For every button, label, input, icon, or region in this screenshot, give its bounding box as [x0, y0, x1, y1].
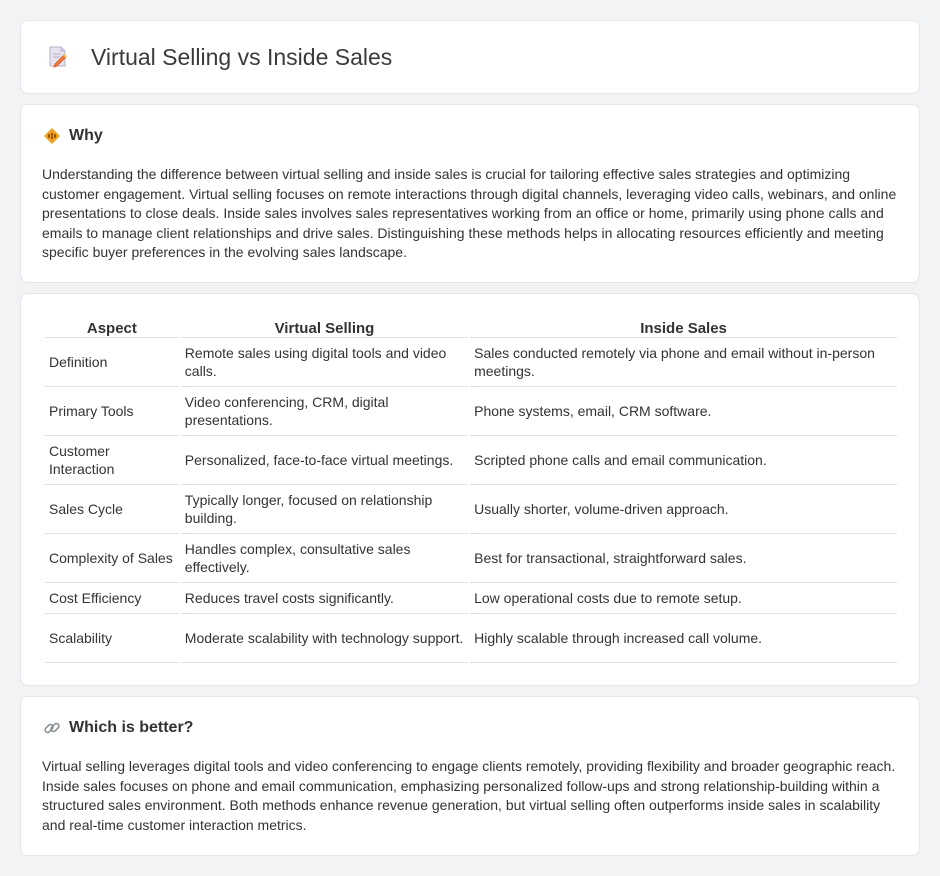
header-inside-sales: Inside Sales	[470, 314, 897, 338]
virtual-selling-cell: Handles complex, consultative sales effe…	[180, 534, 469, 583]
aspect-cell: Customer Interaction	[45, 436, 179, 485]
table-row: Customer Interaction Personalized, face-…	[45, 436, 897, 485]
aspect-cell: Primary Tools	[45, 387, 179, 436]
inside-sales-cell: Highly scalable through increased call v…	[470, 614, 897, 663]
table-row: Complexity of Sales Handles complex, con…	[45, 534, 897, 583]
better-header: Which is better?	[43, 719, 193, 737]
table-row: Scalability Moderate scalability with te…	[45, 614, 897, 663]
virtual-selling-cell: Personalized, face-to-face virtual meeti…	[180, 436, 469, 485]
why-section: Why Understanding the difference between…	[20, 104, 920, 283]
inside-sales-cell: Usually shorter, volume-driven approach.	[470, 485, 897, 534]
comparison-table-card: Aspect Virtual Selling Inside Sales Defi…	[20, 293, 920, 686]
table-row: Definition Remote sales using digital to…	[45, 338, 897, 387]
diamond-warning-icon	[43, 127, 61, 145]
link-icon	[43, 719, 61, 737]
table-row: Sales Cycle Typically longer, focused on…	[45, 485, 897, 534]
aspect-cell: Cost Efficiency	[45, 583, 179, 614]
virtual-selling-cell: Reduces travel costs significantly.	[180, 583, 469, 614]
which-is-better-section: Which is better? Virtual selling leverag…	[20, 696, 920, 856]
aspect-cell: Sales Cycle	[45, 485, 179, 534]
better-title: Which is better?	[69, 719, 194, 736]
inside-sales-cell: Scripted phone calls and email communica…	[470, 436, 897, 485]
virtual-selling-cell: Video conferencing, CRM, digital present…	[180, 387, 469, 436]
comparison-table: Aspect Virtual Selling Inside Sales Defi…	[43, 314, 899, 663]
inside-sales-cell: Low operational costs due to remote setu…	[470, 583, 897, 614]
aspect-cell: Definition	[45, 338, 179, 387]
virtual-selling-cell: Typically longer, focused on relationshi…	[180, 485, 469, 534]
inside-sales-cell: Sales conducted remotely via phone and e…	[470, 338, 897, 387]
page-title: Virtual Selling vs Inside Sales	[91, 43, 393, 70]
virtual-selling-cell: Remote sales using digital tools and vid…	[180, 338, 469, 387]
why-title: Why	[69, 127, 103, 144]
table-row: Primary Tools Video conferencing, CRM, d…	[45, 387, 897, 436]
why-body: Understanding the difference between vir…	[42, 166, 897, 261]
inside-sales-cell: Best for transactional, straightforward …	[470, 534, 897, 583]
aspect-cell: Scalability	[45, 614, 179, 663]
title-card: Virtual Selling vs Inside Sales	[20, 20, 920, 94]
table-header-row: Aspect Virtual Selling Inside Sales	[45, 314, 897, 338]
aspect-cell: Complexity of Sales	[45, 534, 179, 583]
document-edit-icon	[47, 45, 69, 69]
header-aspect: Aspect	[45, 314, 179, 338]
inside-sales-cell: Phone systems, email, CRM software.	[470, 387, 897, 436]
better-body: Virtual selling leverages digital tools …	[42, 758, 896, 833]
virtual-selling-cell: Moderate scalability with technology sup…	[180, 614, 469, 663]
table-row: Cost Efficiency Reduces travel costs sig…	[45, 583, 897, 614]
header-virtual-selling: Virtual Selling	[180, 314, 469, 338]
why-header: Why	[43, 127, 103, 145]
